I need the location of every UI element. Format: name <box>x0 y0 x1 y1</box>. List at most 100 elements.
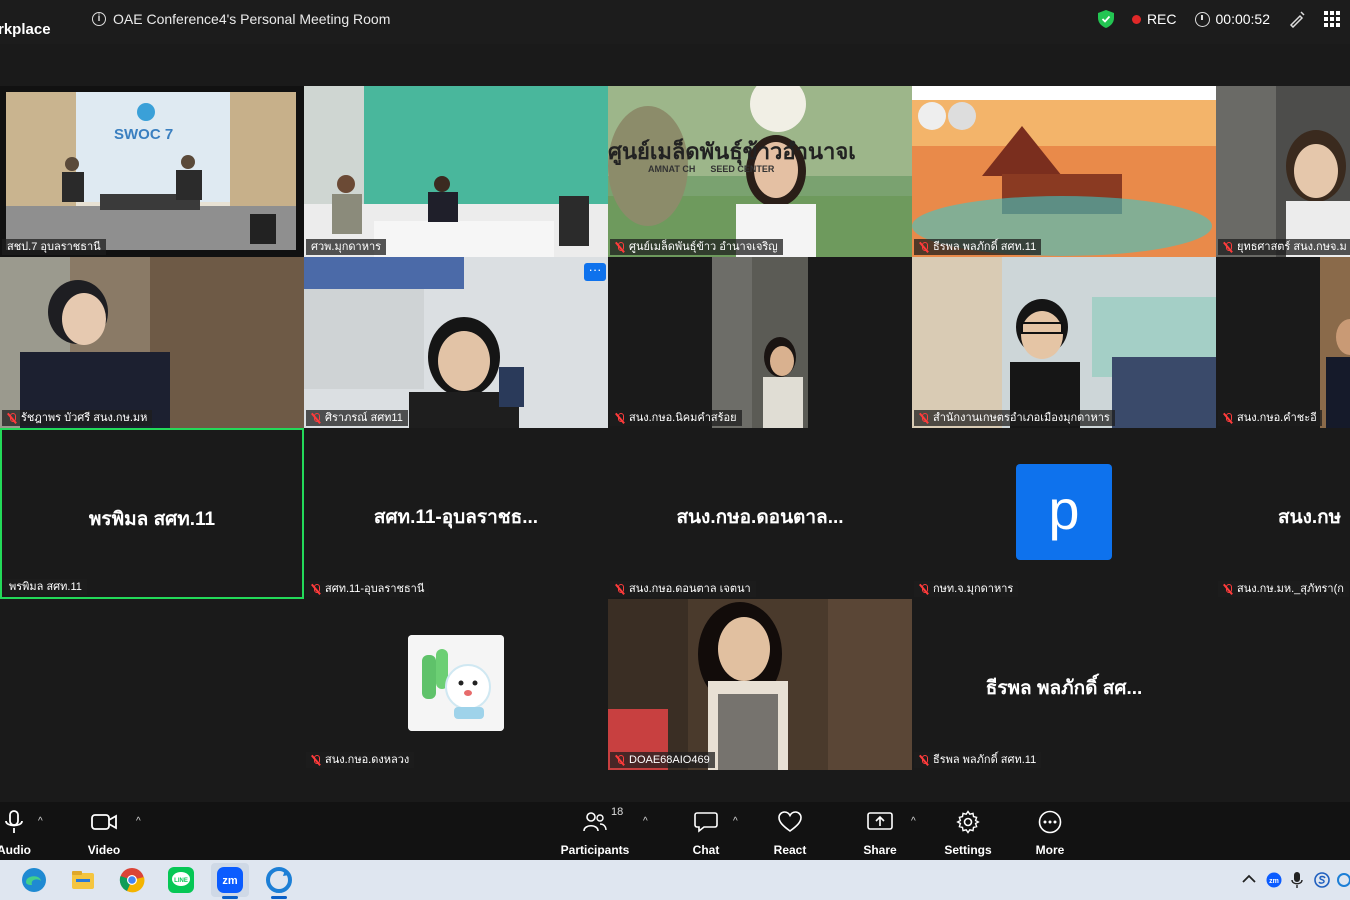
share-options-chevron-icon[interactable]: ^ <box>911 816 921 827</box>
participant-name: รัชฎาพร บัวศรี สนง.กษ.มห <box>21 412 148 424</box>
participant-tile[interactable]: ศูนย์เมล็ดพันธุ์ข้าวอำนาจเ AMNAT CH SEED… <box>608 86 912 257</box>
share-button[interactable]: Share <box>860 810 900 857</box>
participant-name-tag: ยุทธศาสตร์ สนง.กษจ.ม <box>1218 239 1350 255</box>
participant-tile[interactable]: ศวพ.มุกดาหาร <box>304 86 608 257</box>
file-explorer-icon[interactable] <box>69 866 97 894</box>
meeting-title: OAE Conference4's Personal Meeting Room <box>113 11 391 27</box>
participant-name-tag: สำนักงานเกษตรอำเภอเมืองมุกดาหาร <box>914 410 1115 426</box>
center-sign-en: AMNAT CH SEED CENTER <box>648 164 775 174</box>
edge-icon[interactable] <box>20 866 48 894</box>
participant-name: สนง.กษ.มห._สุภัทรา(ก <box>1237 583 1344 595</box>
participant-name: ศูนย์เมล็ดพันธุ์ข้าว อำนาจเจริญ <box>629 241 778 253</box>
mic-muted-icon <box>1223 583 1233 595</box>
settings-label: Settings <box>944 843 992 857</box>
more-label: More <box>1035 843 1065 857</box>
participant-tile[interactable]: สนง.กษอ.คำชะอี <box>1216 257 1350 428</box>
participants-count: 18 <box>611 806 624 818</box>
participant-tile[interactable]: สนง.กษอ.ดงหลวง <box>304 599 608 770</box>
participant-tile-active-speaker[interactable]: พรพิมล สศท.11 พรพิมล สศท.11 <box>0 428 304 599</box>
participant-tile[interactable]: ··· ศิราภรณ์ สศท11 <box>304 257 608 428</box>
microphone-icon <box>5 810 23 833</box>
participant-name-tag: ธีรพล พลภักดิ์ สศท.11 <box>914 239 1042 255</box>
participant-tile[interactable]: DOAE68AIO469 <box>608 599 912 770</box>
meeting-toolbar: Audio ^ Video ^ Participants 18 ^ Chat ^… <box>0 802 1350 860</box>
participant-tile[interactable]: สนง.กษอ.ดอนตาล... สนง.กษอ.ดอนตาล เจตนา <box>608 428 912 599</box>
participant-name: DOAE68AIO469 <box>629 754 710 766</box>
react-button[interactable]: React <box>770 810 810 857</box>
mic-muted-icon <box>919 754 929 766</box>
mic-muted-icon <box>919 241 929 253</box>
audio-options-chevron-icon[interactable]: ^ <box>38 816 48 827</box>
security-shield-icon[interactable] <box>1097 10 1114 28</box>
tray-skype-icon[interactable] <box>1314 872 1330 888</box>
recording-indicator[interactable]: REC <box>1131 11 1177 27</box>
mic-muted-icon <box>7 412 17 424</box>
participant-tile[interactable]: สศท.11-อุบลราชธ... สศท.11-อุบลราชธานี <box>304 428 608 599</box>
video-button[interactable]: Video <box>84 810 124 857</box>
tray-sync-icon[interactable] <box>1336 872 1350 888</box>
participant-display-name: ธีรพล พลภักดิ์ สศ... <box>985 678 1143 699</box>
participant-name-tag: กษท.จ.มุกดาหาร <box>914 581 1019 597</box>
line-icon[interactable]: LINE <box>167 866 195 894</box>
participant-display-name: สนง.กษอ.ดอนตาล... <box>676 507 844 528</box>
gear-icon <box>956 810 980 834</box>
running-app-indicator <box>271 896 287 899</box>
brand-line2: rkplace <box>0 21 51 38</box>
participants-options-chevron-icon[interactable]: ^ <box>643 816 653 827</box>
participant-tile[interactable]: สนง.กษอ.นิคมคำสร้อย <box>608 257 912 428</box>
chat-label: Chat <box>692 843 720 857</box>
video-options-chevron-icon[interactable]: ^ <box>136 816 146 827</box>
annotate-pen-icon[interactable] <box>1288 10 1306 28</box>
app-brand: n rkplace <box>0 4 70 40</box>
participant-name-tag: สศท.11-อุบลราชธานี <box>306 581 430 597</box>
meeting-info[interactable]: i OAE Conference4's Personal Meeting Roo… <box>92 11 390 27</box>
tray-zoom-icon[interactable]: zm <box>1266 872 1282 888</box>
info-icon[interactable]: i <box>92 12 106 26</box>
audio-label: Audio <box>0 843 31 857</box>
participant-tile[interactable]: สำนักงานเกษตรอำเภอเมืองมุกดาหาร <box>912 257 1216 428</box>
tray-microphone-icon[interactable] <box>1291 871 1303 889</box>
audio-button[interactable]: Audio <box>0 810 34 857</box>
participant-name: ธีรพล พลภักดิ์ สศท.11 <box>933 754 1037 766</box>
participant-name-tag: รัชฎาพร บัวศรี สนง.กษ.มห <box>2 410 153 426</box>
participant-display-name: สนง.กษ <box>1278 507 1342 528</box>
participant-name-tag: สชป.7 อุบลราชธานี <box>2 239 106 255</box>
participant-name-tag: สนง.กษ.มห._สุภัทรา(ก <box>1218 581 1349 597</box>
participants-icon <box>583 812 607 832</box>
sync-icon[interactable] <box>265 866 293 894</box>
participant-tile[interactable]: สนง.กษ สนง.กษ.มห._สุภัทรา(ก <box>1216 428 1350 599</box>
participant-tile[interactable]: รัชฎาพร บัวศรี สนง.กษ.มห <box>0 257 304 428</box>
chat-options-chevron-icon[interactable]: ^ <box>733 816 743 827</box>
timer-value: 00:00:52 <box>1215 11 1271 27</box>
tray-chevron-up-icon[interactable] <box>1242 874 1256 884</box>
mic-muted-icon <box>615 241 625 253</box>
rec-dot-icon <box>1131 14 1141 24</box>
participant-name: สนง.กษอ.ดงหลวง <box>325 754 410 766</box>
tile-more-options-button[interactable]: ··· <box>584 263 606 281</box>
participant-video <box>608 599 912 770</box>
mic-muted-icon <box>311 583 321 595</box>
participant-tile[interactable]: p กษท.จ.มุกดาหาร <box>912 428 1216 599</box>
participants-label: Participants <box>560 843 630 857</box>
participant-name: สชป.7 อุบลราชธานี <box>7 241 101 253</box>
participant-name: สำนักงานเกษตรอำเภอเมืองมุกดาหาร <box>933 412 1110 424</box>
video-label: Video <box>87 843 121 857</box>
participant-name-tag: ศวพ.มุกดาหาร <box>306 239 387 255</box>
participant-tile[interactable]: ธีรพล พลภักดิ์ สศ... ธีรพล พลภักดิ์ สศท.… <box>912 599 1216 770</box>
view-grid-icon[interactable] <box>1324 11 1340 27</box>
settings-button[interactable]: Settings <box>944 810 992 857</box>
participant-tile[interactable]: ธีรพล พลภักดิ์ สศท.11 <box>912 86 1216 257</box>
participant-tile[interactable]: SWOC 7 สชป.7 อุบลราชธานี <box>0 86 304 257</box>
share-label: Share <box>863 843 897 857</box>
participant-name-tag: ธีรพล พลภักดิ์ สศท.11 <box>914 752 1042 768</box>
participant-video <box>0 86 304 257</box>
react-label: React <box>773 843 807 857</box>
participant-tile[interactable]: ยุทธศาสตร์ สนง.กษจ.ม <box>1216 86 1350 257</box>
chat-button[interactable]: Chat <box>686 810 726 857</box>
participant-name: สนง.กษอ.ดอนตาล เจตนา <box>629 583 751 595</box>
more-button[interactable]: More <box>1030 810 1070 857</box>
chrome-icon[interactable] <box>118 866 146 894</box>
zoom-icon[interactable]: zm <box>216 866 244 894</box>
chat-bubble-icon <box>694 812 718 833</box>
meeting-timer: 00:00:52 <box>1194 11 1271 27</box>
